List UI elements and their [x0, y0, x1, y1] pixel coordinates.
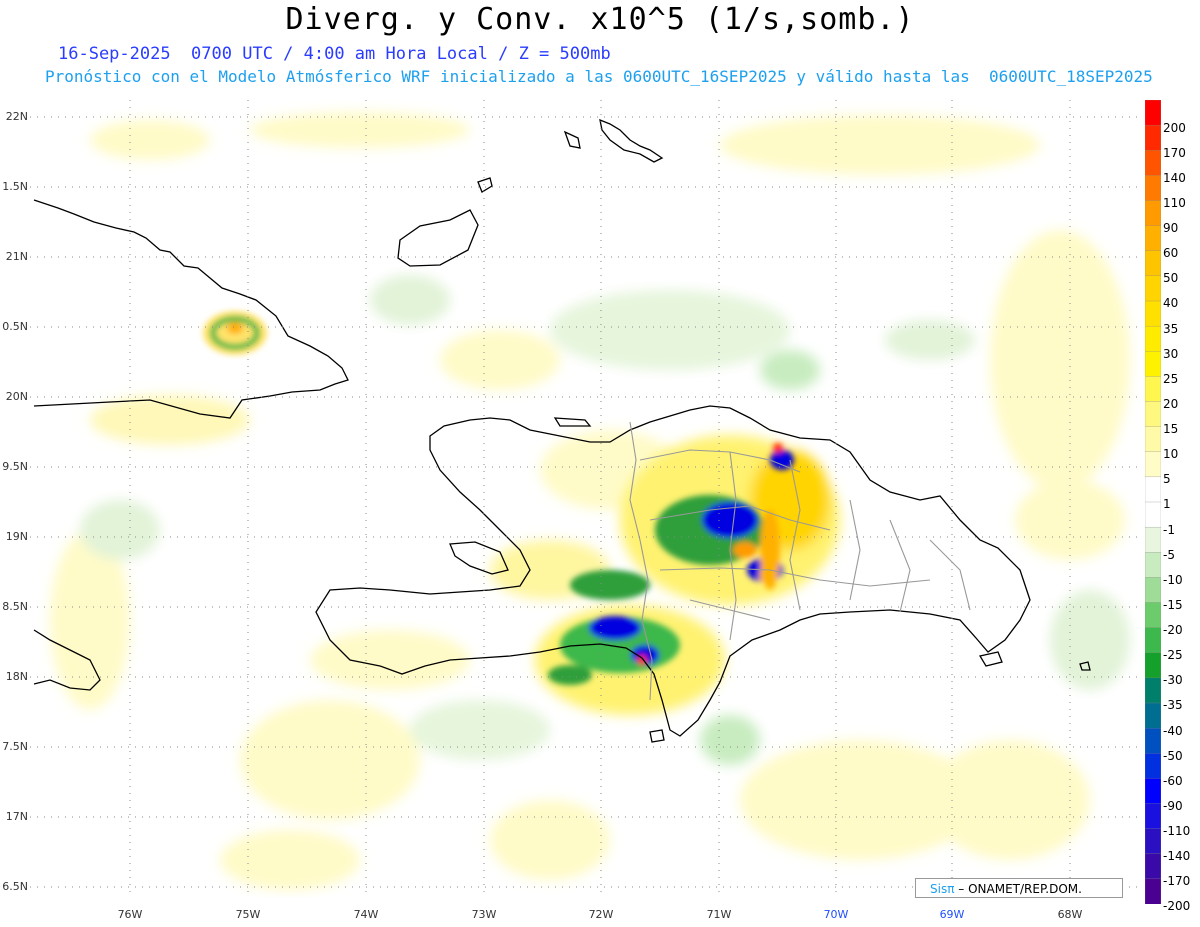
lat-label: 18N	[5, 670, 28, 683]
colorbar-label: 15	[1163, 422, 1179, 437]
colorbar-label: -35	[1163, 698, 1183, 713]
lat-label: 20N	[5, 390, 28, 403]
colorbar-swatch	[1145, 602, 1161, 629]
colorbar-swatch	[1145, 828, 1161, 855]
colorbar-swatch	[1145, 727, 1161, 754]
colorbar-swatch	[1145, 753, 1161, 780]
colorbar-label: 50	[1163, 271, 1179, 286]
colorbar-label: -1	[1163, 522, 1175, 537]
colorbar-swatch	[1145, 652, 1161, 679]
colorbar-swatch	[1145, 778, 1161, 805]
lat-label: 7.5N	[2, 740, 28, 753]
colorbar-label: -30	[1163, 673, 1183, 688]
colorbar-swatch	[1145, 150, 1161, 177]
convection-cell-cuba	[203, 311, 267, 355]
lon-label: 69W	[939, 908, 965, 921]
colorbar-swatch	[1145, 526, 1161, 553]
lon-label: 71W	[706, 908, 732, 921]
lon-label: 75W	[235, 908, 261, 921]
colorbar-swatch	[1145, 200, 1161, 227]
colorbar-swatch	[1145, 351, 1161, 378]
credit-box: Sisπ – ONAMET/REP.DOM.	[915, 878, 1123, 898]
colorbar-label: -15	[1163, 597, 1183, 612]
colorbar-label: 140	[1163, 170, 1186, 185]
colorbar-swatch	[1145, 627, 1161, 654]
lon-label: 72W	[588, 908, 614, 921]
colorbar-label: -50	[1163, 748, 1183, 763]
lon-label: 68W	[1057, 908, 1083, 921]
colorbar-swatch	[1145, 175, 1161, 202]
credit-text: – ONAMET/REP.DOM.	[958, 882, 1082, 896]
colorbar-swatch	[1145, 250, 1161, 277]
lat-label: 19N	[5, 530, 28, 543]
colorbar-swatch	[1145, 300, 1161, 327]
colorbar-label: 20	[1163, 396, 1179, 411]
colorbar-label: -20	[1163, 623, 1183, 638]
lon-label: 76W	[117, 908, 143, 921]
model-info-subtitle: Pronóstico con el Modelo Atmósferico WRF…	[45, 67, 1153, 86]
colorbar-swatch	[1145, 275, 1161, 302]
colorbar-label: -40	[1163, 723, 1183, 738]
colorbar-swatch	[1145, 401, 1161, 428]
colorbar-swatch	[1145, 426, 1161, 453]
lat-label: 6.5N	[2, 880, 28, 893]
colorbar-swatch	[1145, 501, 1161, 528]
lat-label: 1.5N	[2, 180, 28, 193]
colorbar-label: 110	[1163, 195, 1186, 210]
colorbar-swatch	[1145, 878, 1161, 904]
colorbar-label: 10	[1163, 447, 1179, 462]
lat-label: 22N	[5, 110, 28, 123]
colorbar-swatch	[1145, 677, 1161, 704]
lon-label: 74W	[353, 908, 379, 921]
credit-sis: Sisπ	[930, 882, 955, 896]
colorbar-label: -10	[1163, 572, 1183, 587]
colorbar-label: 30	[1163, 346, 1179, 361]
colorbar-label: 5	[1163, 472, 1171, 487]
colorbar-swatch	[1145, 100, 1161, 126]
lat-label: 21N	[5, 250, 28, 263]
colorbar-label: -140	[1163, 849, 1191, 864]
lat-label: 8.5N	[2, 600, 28, 613]
colorbar-swatch	[1145, 702, 1161, 729]
colorbar-label: 60	[1163, 246, 1179, 261]
colorbar-swatch	[1145, 376, 1161, 403]
colorbar-swatch	[1145, 476, 1161, 503]
colorbar-swatch	[1145, 225, 1161, 252]
colorbar-label: 90	[1163, 221, 1179, 236]
colorbar-swatch	[1145, 577, 1161, 604]
colorbar-label: -200	[1163, 899, 1191, 914]
colorbar-swatch	[1145, 853, 1161, 880]
colorbar-label: 1	[1163, 497, 1171, 512]
colorbar-swatch	[1145, 451, 1161, 478]
colorbar-label: 200	[1163, 120, 1186, 135]
colorbar	[1145, 100, 1161, 904]
colorbar-label: 170	[1163, 145, 1186, 160]
colorbar-swatch	[1145, 325, 1161, 352]
valid-time-subtitle: 16-Sep-2025 0700 UTC / 4:00 am Hora Loca…	[58, 44, 611, 64]
lat-label: 0.5N	[2, 320, 28, 333]
lon-label: 70W	[823, 908, 849, 921]
divergence-map	[30, 100, 1138, 897]
colorbar-label: -60	[1163, 773, 1183, 788]
colorbar-label: 35	[1163, 321, 1179, 336]
lon-label: 73W	[471, 908, 497, 921]
map-title: Diverg. y Conv. x10^5 (1/s,somb.)	[285, 2, 915, 37]
colorbar-swatch	[1145, 803, 1161, 830]
colorbar-label: -90	[1163, 798, 1183, 813]
colorbar-label: -5	[1163, 547, 1175, 562]
colorbar-label: -170	[1163, 874, 1191, 889]
colorbar-label: -110	[1163, 824, 1191, 839]
colorbar-label: 25	[1163, 371, 1179, 386]
colorbar-swatch	[1145, 552, 1161, 579]
colorbar-label: -25	[1163, 648, 1183, 663]
colorbar-swatch	[1145, 124, 1161, 151]
lat-label: 17N	[5, 810, 28, 823]
colorbar-label: 40	[1163, 296, 1179, 311]
lat-label: 9.5N	[2, 460, 28, 473]
